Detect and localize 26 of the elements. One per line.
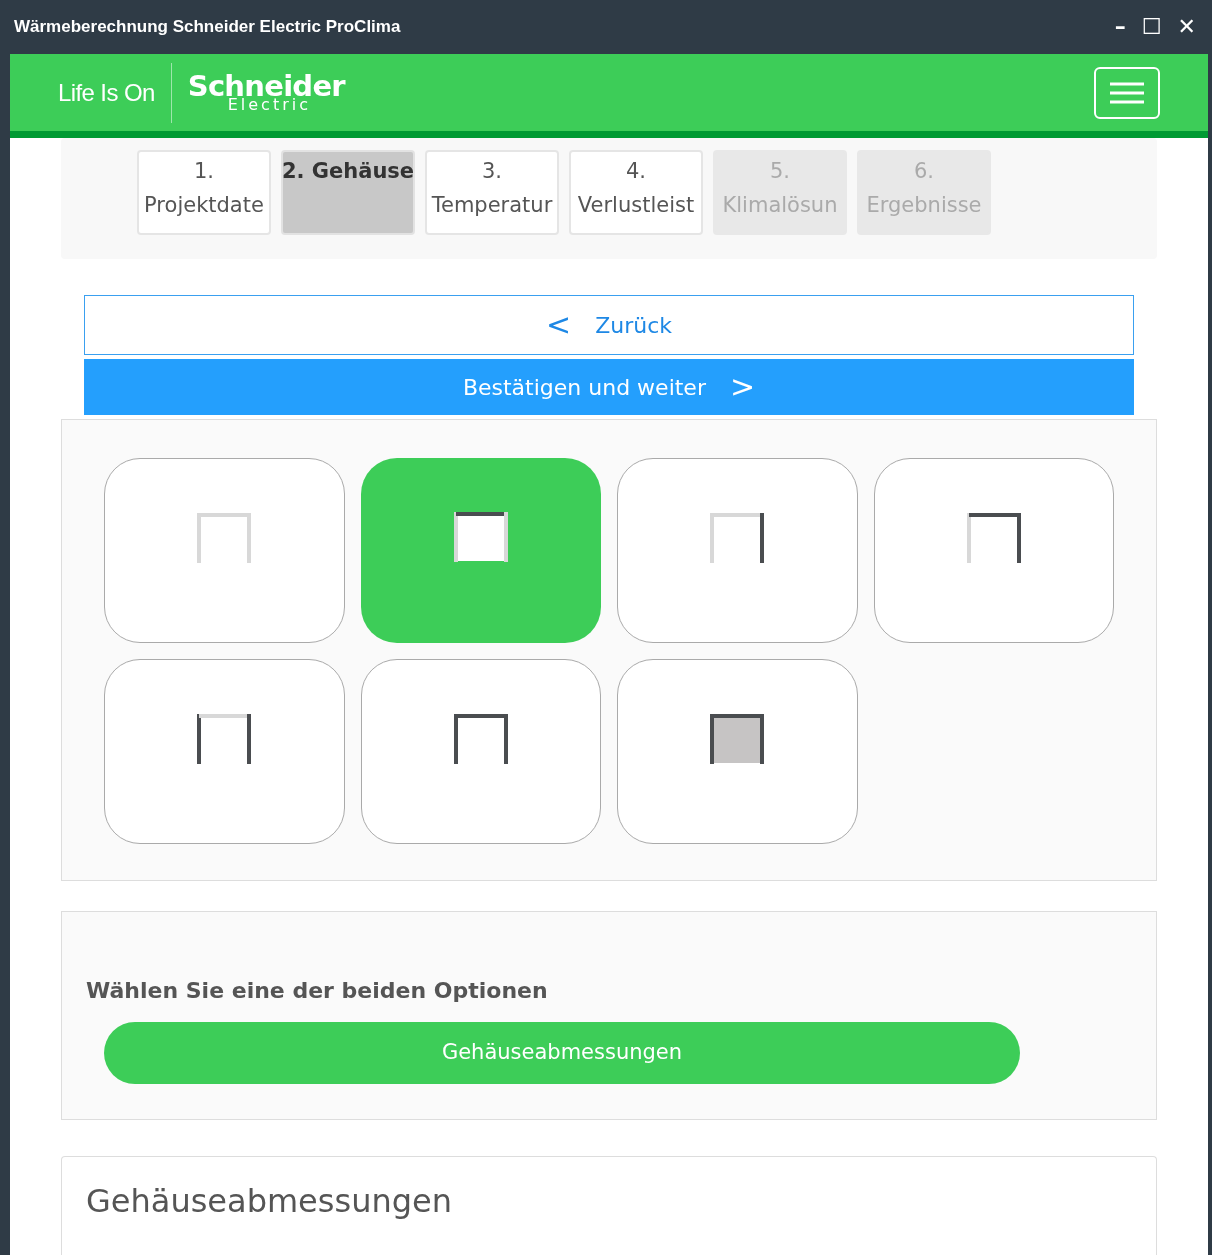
enclosure-icon bbox=[197, 513, 252, 563]
enclosure-icon bbox=[197, 714, 252, 764]
brand-logo: Schneider Electric bbox=[187, 72, 345, 113]
enclosure-icon bbox=[966, 513, 1021, 563]
window-title: Wärmeberechnung Schneider Electric ProClima bbox=[14, 16, 402, 39]
back-button[interactable]: < Zurück bbox=[84, 295, 1134, 355]
section-title: Gehäuseabmessungen bbox=[86, 1182, 452, 1220]
enclosure-icon bbox=[710, 513, 765, 563]
enclosure-option[interactable] bbox=[360, 458, 601, 643]
menu-button[interactable] bbox=[1094, 66, 1160, 119]
step-tab[interactable]: 3. Temperatur bbox=[425, 150, 559, 235]
step-tab[interactable]: 4. Verlustleist bbox=[569, 150, 703, 235]
step-tab[interactable]: 2. Gehäuse bbox=[281, 150, 415, 235]
enclosure-icon bbox=[453, 512, 508, 562]
enclosure-option[interactable] bbox=[873, 458, 1114, 643]
menu-icon bbox=[1110, 81, 1144, 104]
enclosure-option[interactable] bbox=[104, 458, 345, 643]
enclosure-option[interactable] bbox=[617, 659, 858, 844]
enclosure-icon bbox=[710, 714, 765, 764]
enclosure-option[interactable] bbox=[360, 659, 601, 844]
tagline: Life Is On bbox=[58, 77, 155, 108]
enclosure-option[interactable] bbox=[617, 458, 858, 643]
enclosure-icon bbox=[453, 714, 508, 764]
step-tab[interactable]: 1. Projektdate bbox=[137, 150, 271, 235]
options-prompt: Wählen Sie eine der beiden Optionen bbox=[86, 977, 549, 1005]
enclosure-option[interactable] bbox=[104, 659, 345, 844]
